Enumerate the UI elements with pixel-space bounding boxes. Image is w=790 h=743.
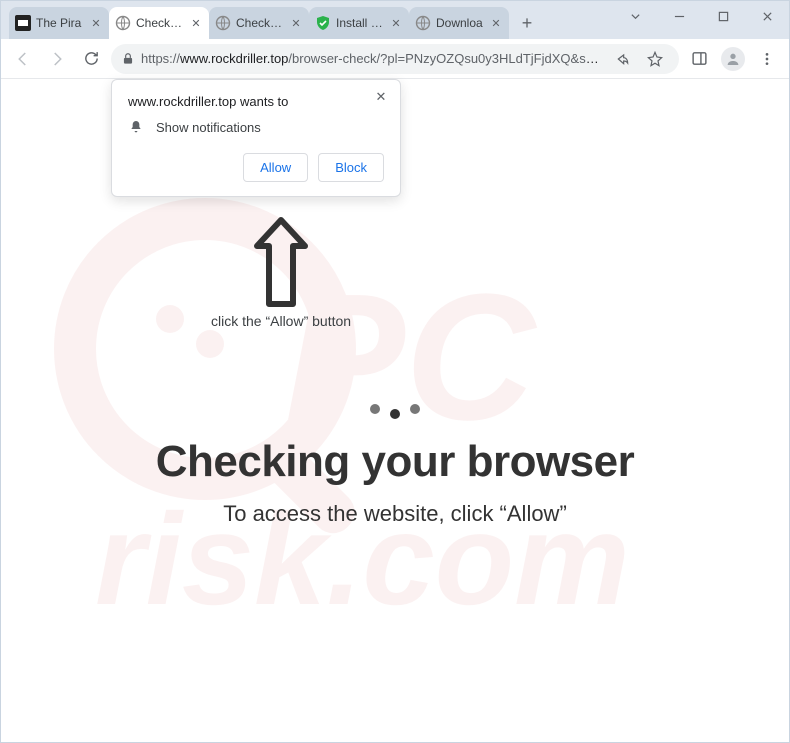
- forward-button[interactable]: [43, 45, 71, 73]
- bell-icon: [128, 119, 144, 135]
- close-icon[interactable]: ✕: [89, 16, 103, 30]
- tab-title: Downloa: [436, 16, 484, 30]
- arrow-hint: click the “Allow” button: [211, 214, 351, 329]
- tab-title: Install Ex: [336, 16, 384, 30]
- site-icon: [15, 15, 31, 31]
- tab-title: Checking: [136, 16, 184, 30]
- close-icon[interactable]: ✕: [389, 16, 403, 30]
- tab-title: Checking: [236, 16, 284, 30]
- tab-install-ext[interactable]: Install Ex ✕: [309, 7, 409, 39]
- permission-actions: Allow Block: [128, 153, 384, 182]
- tab-checking-1[interactable]: Checking ✕: [109, 7, 209, 39]
- globe-icon: [115, 15, 131, 31]
- url-text: https://www.rockdriller.top/browser-chec…: [141, 51, 601, 66]
- close-icon[interactable]: ✕: [289, 16, 303, 30]
- tab-title: The Pira: [36, 16, 84, 30]
- close-icon[interactable]: ✕: [372, 88, 390, 106]
- profile-avatar[interactable]: [719, 45, 747, 73]
- minimize-button[interactable]: [657, 1, 701, 31]
- new-tab-button[interactable]: +: [513, 9, 541, 37]
- arrow-caption: click the “Allow” button: [211, 313, 351, 329]
- tab-checking-2[interactable]: Checking ✕: [209, 7, 309, 39]
- menu-button[interactable]: [753, 45, 781, 73]
- page-body: Checking your browser To access the webs…: [1, 409, 789, 527]
- permission-row: Show notifications: [128, 119, 384, 135]
- plus-icon: +: [522, 13, 533, 34]
- arrow-up-icon: [251, 214, 311, 309]
- notification-permission-popup: ✕ www.rockdriller.top wants to Show noti…: [111, 79, 401, 197]
- block-button[interactable]: Block: [318, 153, 384, 182]
- avatar-icon: [721, 47, 745, 71]
- tab-pirate[interactable]: The Pira ✕: [9, 7, 109, 39]
- tab-strip: The Pira ✕ Checking ✕ Checking ✕ Install…: [9, 5, 541, 39]
- reload-button[interactable]: [77, 45, 105, 73]
- star-icon[interactable]: [641, 45, 669, 73]
- globe-icon: [215, 15, 231, 31]
- page-subheading: To access the website, click “Allow”: [1, 501, 789, 527]
- loading-dots-icon: [1, 409, 789, 419]
- page-content: risk.com PC ✕ www.rockdriller.top wants …: [1, 79, 789, 742]
- share-icon[interactable]: [607, 45, 635, 73]
- permission-label: Show notifications: [156, 120, 261, 135]
- page-heading: Checking your browser: [1, 437, 789, 487]
- window-controls: [613, 1, 789, 31]
- toolbar: https://www.rockdriller.top/browser-chec…: [1, 39, 789, 79]
- titlebar: The Pira ✕ Checking ✕ Checking ✕ Install…: [1, 1, 789, 39]
- shield-icon: [315, 15, 331, 31]
- close-window-button[interactable]: [745, 1, 789, 31]
- back-button[interactable]: [9, 45, 37, 73]
- globe-icon: [415, 15, 431, 31]
- address-bar[interactable]: https://www.rockdriller.top/browser-chec…: [111, 44, 679, 74]
- lock-icon: [121, 52, 135, 66]
- permission-origin-text: www.rockdriller.top wants to: [128, 94, 384, 109]
- side-panel-icon[interactable]: [685, 45, 713, 73]
- tab-download[interactable]: Downloa ✕: [409, 7, 509, 39]
- close-icon[interactable]: ✕: [489, 16, 503, 30]
- chevron-down-icon[interactable]: [613, 1, 657, 31]
- allow-button[interactable]: Allow: [243, 153, 308, 182]
- close-icon[interactable]: ✕: [189, 16, 203, 30]
- maximize-button[interactable]: [701, 1, 745, 31]
